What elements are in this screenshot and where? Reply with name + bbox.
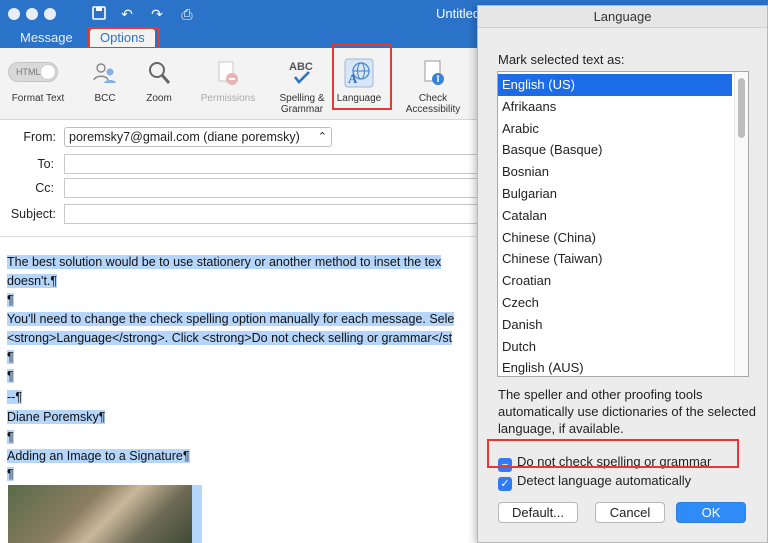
undo-icon[interactable]: ↶ xyxy=(118,5,136,23)
zoom-button[interactable]: Zoom xyxy=(136,48,182,120)
body-line[interactable]: <strong>Language</strong>. Click <strong… xyxy=(7,331,453,345)
language-option[interactable]: English (US) xyxy=(498,74,732,96)
spelling-grammar-button[interactable]: ABC Spelling & Grammar xyxy=(272,48,332,120)
body-line[interactable]: doesn't.¶ xyxy=(7,274,58,288)
detect-language-label: Detect language automatically xyxy=(517,473,692,488)
from-account-select[interactable]: poremsky7@gmail.com (diane poremsky) ⌃ xyxy=(64,127,332,147)
dialog-title: Language xyxy=(478,6,767,28)
permissions-icon xyxy=(218,61,238,85)
header-divider xyxy=(0,236,480,237)
spelling-check-icon: ABC xyxy=(289,61,313,84)
signature-photo[interactable] xyxy=(8,485,193,543)
language-callout xyxy=(332,44,392,110)
do-not-check-callout xyxy=(487,439,739,468)
body-line[interactable]: Adding an Image to a Signature¶ xyxy=(7,449,190,463)
to-label: To: xyxy=(37,157,54,171)
format-toggle-label: HTML xyxy=(16,67,41,77)
minimize-window-button[interactable] xyxy=(26,8,38,20)
default-button[interactable]: Default... xyxy=(498,502,578,523)
spelling-label-line2: Grammar xyxy=(280,104,324,115)
detect-language-option[interactable]: ✓ Detect language automatically xyxy=(498,473,691,491)
bcc-label: BCC xyxy=(94,93,116,104)
options-callout xyxy=(88,27,160,49)
accessibility-icon xyxy=(424,60,444,85)
window-title: Untitled xyxy=(436,6,481,21)
svg-text:ABC: ABC xyxy=(289,61,313,73)
print-icon[interactable]: ⎙ xyxy=(178,5,196,23)
mark-selected-label: Mark selected text as: xyxy=(498,52,625,67)
language-option[interactable]: Chinese (China) xyxy=(498,227,732,249)
subject-field[interactable] xyxy=(64,204,494,224)
format-toggle[interactable]: HTML xyxy=(8,62,58,82)
language-option[interactable]: Dutch xyxy=(498,336,732,358)
language-option[interactable]: English (AUS) xyxy=(498,357,732,376)
zoom-window-button[interactable] xyxy=(44,8,56,20)
proofing-info-text: The speller and other proofing tools aut… xyxy=(498,387,756,436)
language-option[interactable]: Catalan xyxy=(498,205,732,227)
ok-button[interactable]: OK xyxy=(676,502,746,523)
language-list-scrollbar[interactable] xyxy=(734,72,748,376)
close-window-button[interactable] xyxy=(8,8,20,20)
body-line[interactable]: --¶ xyxy=(7,390,23,404)
body-line[interactable]: ¶ xyxy=(7,430,14,444)
check-label-line2: Accessibility xyxy=(405,104,461,115)
permissions-button[interactable]: Permissions xyxy=(192,48,264,120)
check-label-line1: Check xyxy=(418,93,448,104)
check-accessibility-button[interactable]: Check Accessibility xyxy=(400,48,466,120)
language-option[interactable]: Danish xyxy=(498,314,732,336)
from-value: poremsky7@gmail.com (diane poremsky) xyxy=(69,130,300,144)
language-option[interactable]: Basque (Basque) xyxy=(498,139,732,161)
cancel-button[interactable]: Cancel xyxy=(595,502,665,523)
photo-selection xyxy=(192,485,202,543)
check-accessibility-label: Check Accessibility xyxy=(400,93,466,115)
body-line[interactable]: ¶ xyxy=(7,369,14,383)
signature-name[interactable]: Diane Poremsky¶ xyxy=(7,410,106,424)
save-icon[interactable] xyxy=(90,5,108,23)
cc-label: Cc: xyxy=(35,181,54,195)
body-line[interactable]: You'll need to change the check spelling… xyxy=(7,312,455,326)
zoom-label: Zoom xyxy=(146,93,172,104)
format-text-button[interactable]: HTML Format Text xyxy=(0,48,76,120)
body-line[interactable]: The best solution would be to use statio… xyxy=(7,255,442,269)
chevron-updown-icon: ⌃ xyxy=(317,131,327,143)
magnifier-icon xyxy=(149,62,171,84)
body-line[interactable]: ¶ xyxy=(7,467,14,481)
language-option[interactable]: Arabic xyxy=(498,118,732,140)
language-option[interactable]: Bulgarian xyxy=(498,183,732,205)
to-field[interactable] xyxy=(64,154,494,174)
language-option[interactable]: Czech xyxy=(498,292,732,314)
people-icon xyxy=(93,63,116,83)
language-list[interactable]: English (US) Afrikaans Arabic Basque (Ba… xyxy=(497,71,749,377)
redo-icon[interactable]: ↷ xyxy=(148,5,166,23)
language-option[interactable]: Chinese (Taiwan) xyxy=(498,248,732,270)
body-line[interactable]: ¶ xyxy=(7,293,14,307)
scroll-thumb[interactable] xyxy=(738,78,745,138)
language-option[interactable]: Bosnian xyxy=(498,161,732,183)
from-label: From: xyxy=(23,130,56,144)
language-option[interactable]: Croatian xyxy=(498,270,732,292)
tab-message[interactable]: Message xyxy=(10,29,83,48)
checkmark-checkbox-icon[interactable]: ✓ xyxy=(498,477,512,491)
format-text-label: Format Text xyxy=(11,93,65,104)
cc-field[interactable] xyxy=(64,178,494,198)
bcc-button[interactable]: BCC xyxy=(80,48,130,120)
spelling-grammar-label: Spelling & Grammar xyxy=(272,93,332,115)
spelling-label-line1: Spelling & xyxy=(279,93,325,104)
body-line[interactable]: ¶ xyxy=(7,350,14,364)
language-option[interactable]: Afrikaans xyxy=(498,96,732,118)
permissions-label: Permissions xyxy=(200,93,256,104)
subject-label: Subject: xyxy=(10,207,56,221)
